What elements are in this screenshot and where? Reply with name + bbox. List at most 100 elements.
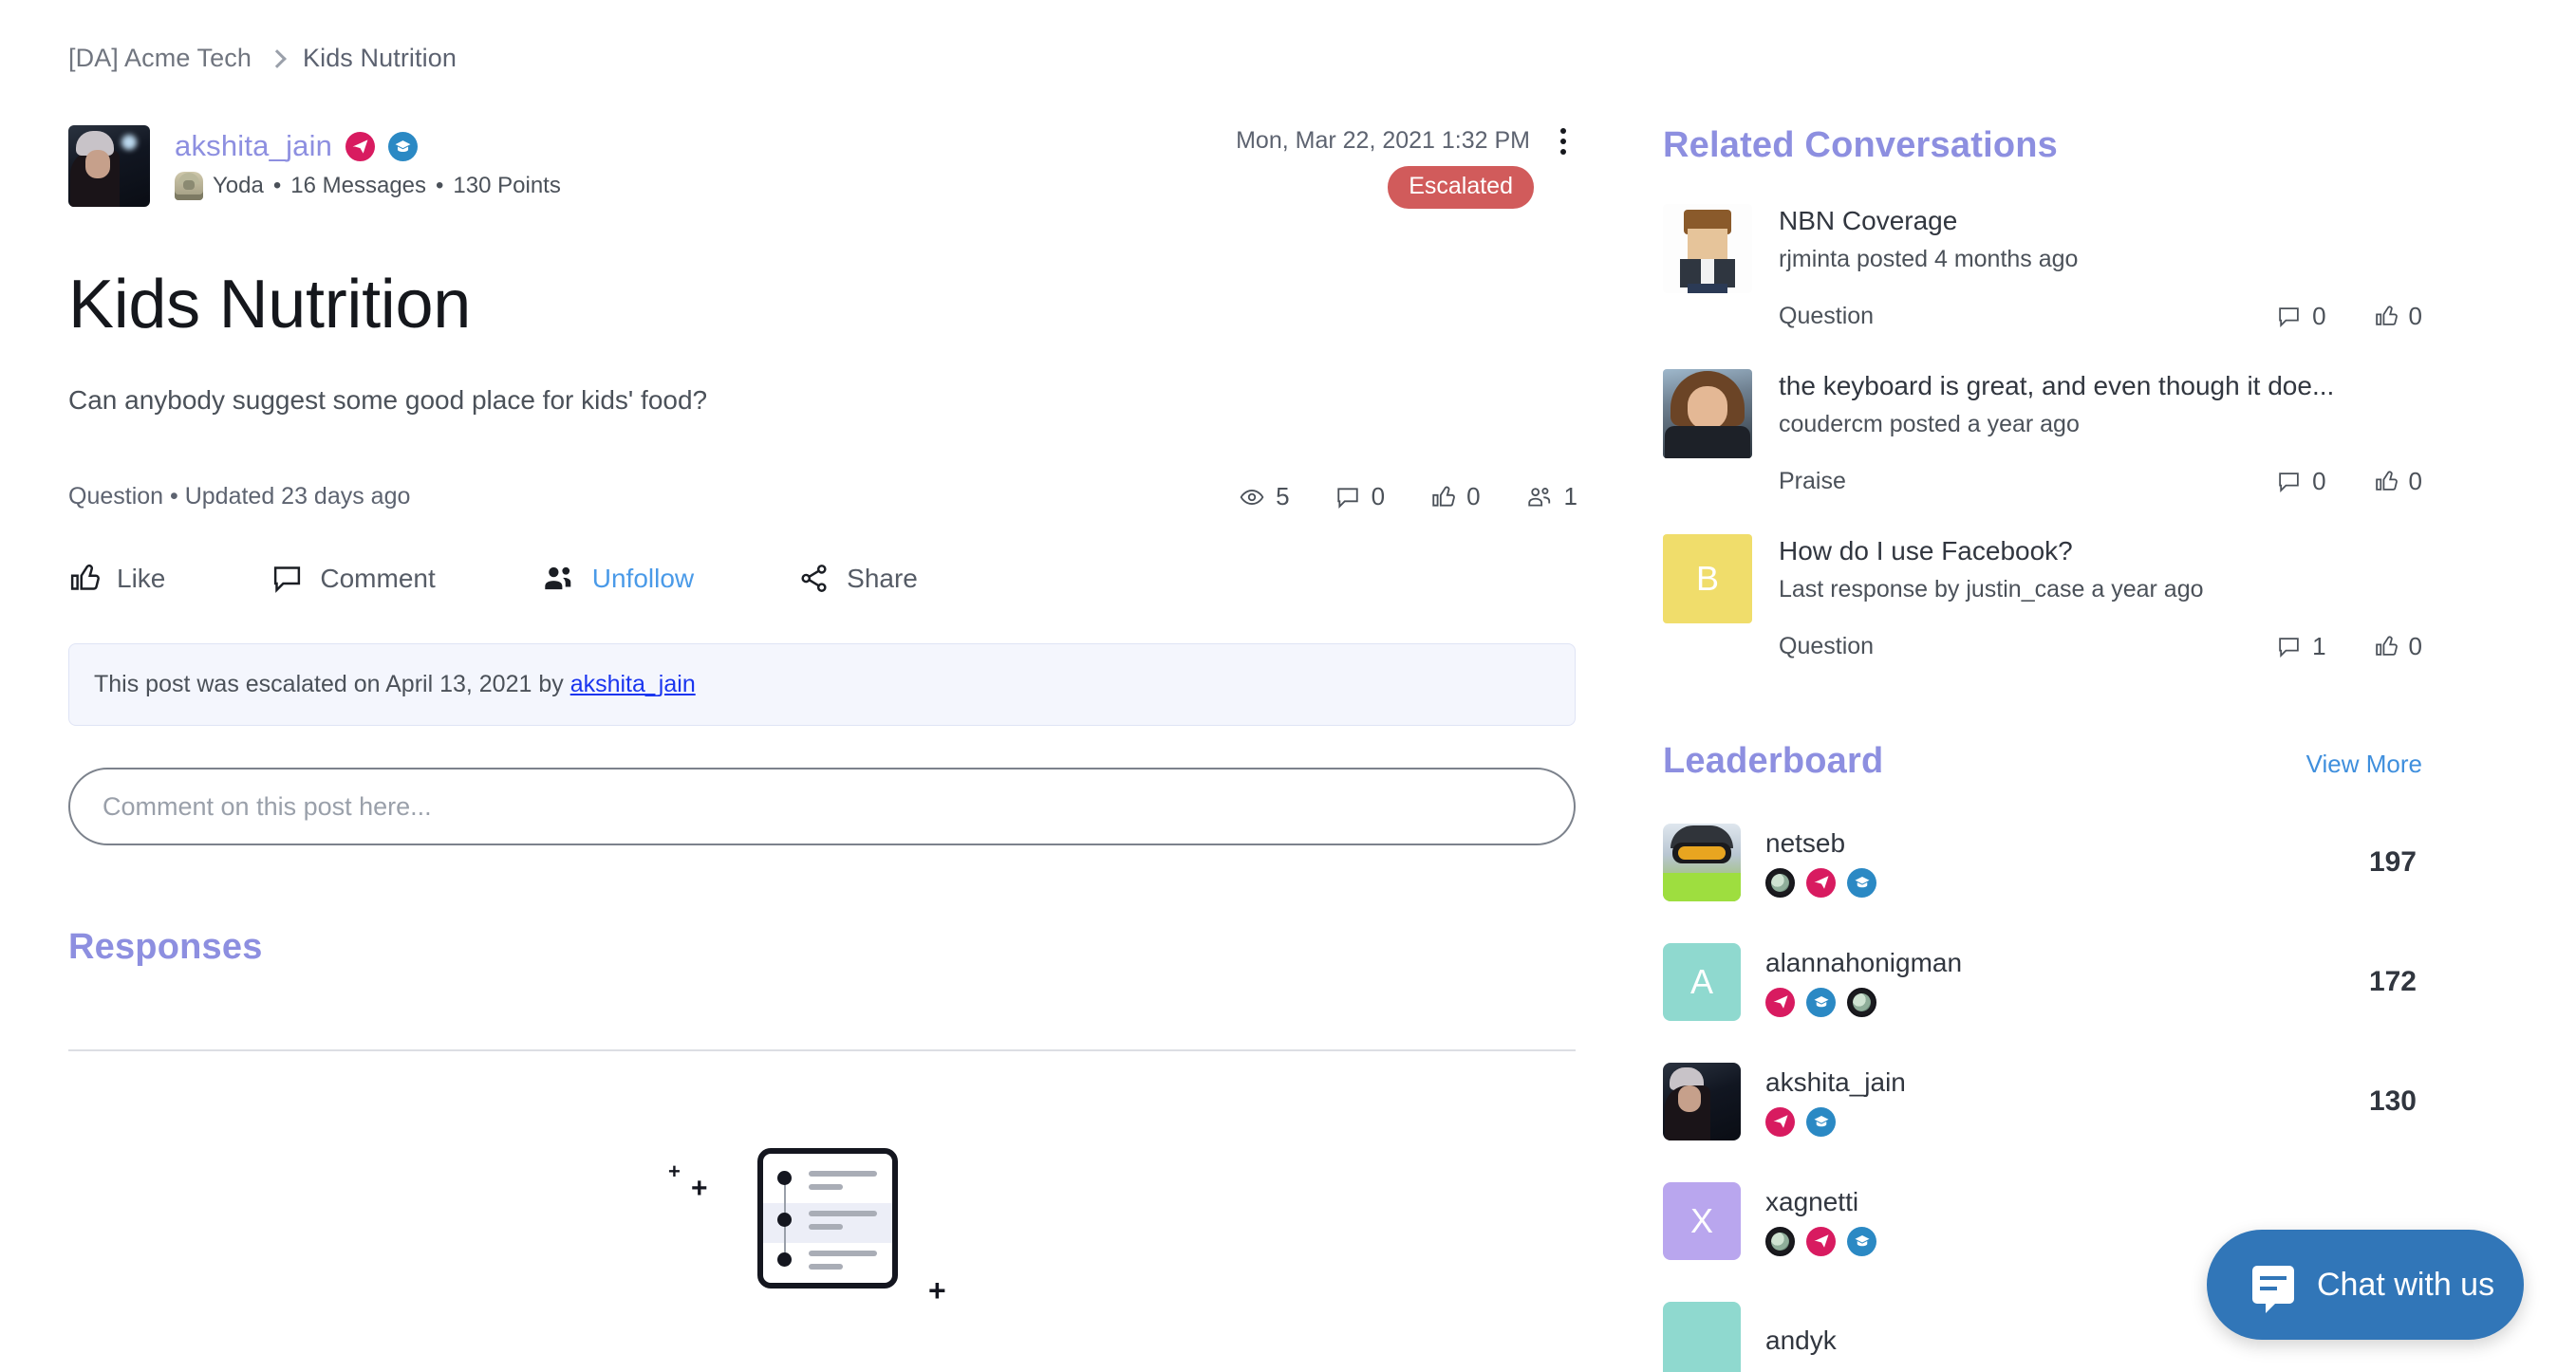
- views-count: 5: [1276, 482, 1290, 510]
- rank-icon: [175, 172, 203, 200]
- author-rank: Yoda: [213, 173, 264, 198]
- conversation-title[interactable]: NBN Coverage: [1779, 206, 2405, 236]
- graduation-cap-badge-icon: [1847, 867, 1876, 898]
- meta-dot-1: •: [272, 173, 282, 198]
- avatar: [1663, 204, 1752, 293]
- comment-button[interactable]: Comment: [271, 563, 436, 594]
- sidebar: Related Conversations NBN Coverage rjmin…: [1663, 125, 2422, 1372]
- conversation-subtitle: Last response by justin_case a year ago: [1779, 576, 2204, 603]
- leaderboard-points: 130: [2368, 1085, 2417, 1117]
- post-main-column: akshita_jain Yoda • 16 Messages • 130 Po…: [68, 125, 1577, 1336]
- post-meta-row: Question • Updated 23 days ago 5 0 0 1: [68, 482, 1577, 511]
- likes-count: 0: [2408, 302, 2422, 330]
- view-more-link[interactable]: View More: [2306, 750, 2422, 779]
- graduation-cap-badge-icon: [1847, 1226, 1876, 1256]
- leaderboard-heading: Leaderboard: [1663, 741, 1884, 781]
- post-header: akshita_jain Yoda • 16 Messages • 130 Po…: [68, 125, 1577, 209]
- likes-count: 0: [1466, 482, 1481, 510]
- breadcrumb: [DA] Acme Tech Kids Nutrition: [68, 44, 457, 73]
- likes-stat: 0: [2374, 302, 2422, 331]
- avatar[interactable]: [68, 125, 150, 207]
- graduation-cap-badge-icon: [1806, 1106, 1836, 1137]
- badge-list: [1765, 987, 2369, 1017]
- escalation-banner-text: This post was escalated on April 13, 202…: [94, 671, 570, 697]
- paper-plane-badge-icon: [1765, 987, 1795, 1017]
- leaderboard-points: 172: [2368, 966, 2417, 997]
- like-button-label: Like: [117, 563, 166, 593]
- badge-list: [1765, 1106, 2369, 1137]
- escalation-banner-link[interactable]: akshita_jain: [570, 671, 696, 697]
- followers-count: 1: [1563, 482, 1577, 510]
- breadcrumb-root[interactable]: [DA] Acme Tech: [68, 44, 252, 73]
- meta-dot-2: •: [436, 173, 444, 198]
- avatar-initial: A: [1689, 962, 1713, 1001]
- avatar: X: [1663, 1182, 1741, 1260]
- comments-stat: 0: [2277, 302, 2326, 331]
- empty-state: + + +: [68, 1140, 1576, 1336]
- list-item[interactable]: B How do I use Facebook? Last response b…: [1663, 534, 2422, 661]
- conversation-type: Question: [1779, 633, 1875, 659]
- chat-bubble-icon: [2252, 1266, 2294, 1313]
- comment-button-label: Comment: [320, 563, 436, 593]
- list-item[interactable]: netseb 197: [1663, 824, 2422, 901]
- author-name[interactable]: akshita_jain: [175, 129, 332, 163]
- empty-state-illustration-icon: + + +: [651, 1140, 993, 1336]
- conversation-title[interactable]: the keyboard is great, and even though i…: [1779, 371, 2405, 401]
- globe-badge-icon: [1765, 1226, 1795, 1256]
- post-stats: 5 0 0 1: [1240, 482, 1577, 511]
- likes-stat: 0: [2374, 467, 2422, 496]
- leaderboard-user-name[interactable]: akshita_jain: [1765, 1067, 2369, 1098]
- views-stat: 5: [1240, 482, 1290, 511]
- like-button[interactable]: Like: [68, 563, 165, 594]
- avatar: A: [1663, 943, 1741, 1021]
- status-badge: Escalated: [1388, 166, 1534, 209]
- comments-count: 0: [2312, 467, 2326, 495]
- chat-with-us-label: Chat with us: [2317, 1266, 2495, 1303]
- graduation-cap-badge-icon: [1806, 987, 1836, 1017]
- avatar: [1663, 1063, 1741, 1140]
- globe-badge-icon: [1765, 867, 1795, 898]
- more-options-icon[interactable]: [1549, 125, 1577, 155]
- share-button[interactable]: Share: [798, 563, 918, 594]
- conversation-title[interactable]: How do I use Facebook?: [1779, 536, 2405, 566]
- section-divider: [68, 1049, 1576, 1051]
- leaderboard-header: Leaderboard View More: [1663, 741, 2422, 782]
- leaderboard-user-name[interactable]: xagnetti: [1765, 1187, 2417, 1217]
- conversation-type: Question: [1779, 303, 1875, 329]
- author-info: akshita_jain Yoda • 16 Messages • 130 Po…: [175, 125, 561, 200]
- leaderboard-user-name[interactable]: netseb: [1765, 828, 2369, 859]
- page-title: Kids Nutrition: [68, 267, 471, 343]
- comments-stat: 0: [1335, 482, 1385, 511]
- post-body: Can anybody suggest some good place for …: [68, 385, 708, 415]
- graduation-cap-badge-icon: [388, 131, 419, 161]
- list-item[interactable]: the keyboard is great, and even though i…: [1663, 369, 2422, 496]
- likes-stat: 0: [2374, 632, 2422, 661]
- avatar: [1663, 369, 1752, 458]
- list-item[interactable]: akshita_jain 130: [1663, 1063, 2422, 1140]
- unfollow-button[interactable]: Unfollow: [542, 564, 694, 594]
- post-detail-page: [DA] Acme Tech Kids Nutrition akshita_ja…: [0, 0, 2576, 1372]
- avatar-initial: B: [1695, 559, 1719, 598]
- post-meta-text: Question • Updated 23 days ago: [68, 483, 411, 510]
- followers-stat: 1: [1526, 482, 1577, 511]
- chevron-right-icon: [268, 48, 287, 68]
- escalation-banner: This post was escalated on April 13, 202…: [68, 643, 1576, 726]
- chat-with-us-button[interactable]: Chat with us: [2207, 1230, 2524, 1340]
- avatar-initial: X: [1689, 1201, 1713, 1240]
- list-item[interactable]: A alannahonigman 172: [1663, 943, 2422, 1021]
- list-item[interactable]: NBN Coverage rjminta posted 4 months ago…: [1663, 204, 2422, 331]
- comment-input[interactable]: Comment on this post here...: [68, 768, 1576, 845]
- conversation-subtitle: coudercm posted a year ago: [1779, 411, 2080, 437]
- leaderboard-user-name[interactable]: alannahonigman: [1765, 948, 2369, 978]
- comments-count: 0: [2312, 302, 2326, 330]
- author-points: 130 Points: [453, 173, 561, 198]
- author-meta: Yoda • 16 Messages • 130 Points: [175, 172, 561, 200]
- responses-heading: Responses: [68, 927, 263, 967]
- post-timestamp: Mon, Mar 22, 2021 1:32 PM: [1236, 127, 1530, 154]
- likes-stat: 0: [1430, 482, 1481, 511]
- conversation-subtitle: rjminta posted 4 months ago: [1779, 246, 2079, 272]
- paper-plane-badge-icon: [345, 131, 376, 161]
- paper-plane-badge-icon: [1806, 867, 1836, 898]
- paper-plane-badge-icon: [1765, 1106, 1795, 1137]
- comments-count: 1: [2312, 632, 2326, 660]
